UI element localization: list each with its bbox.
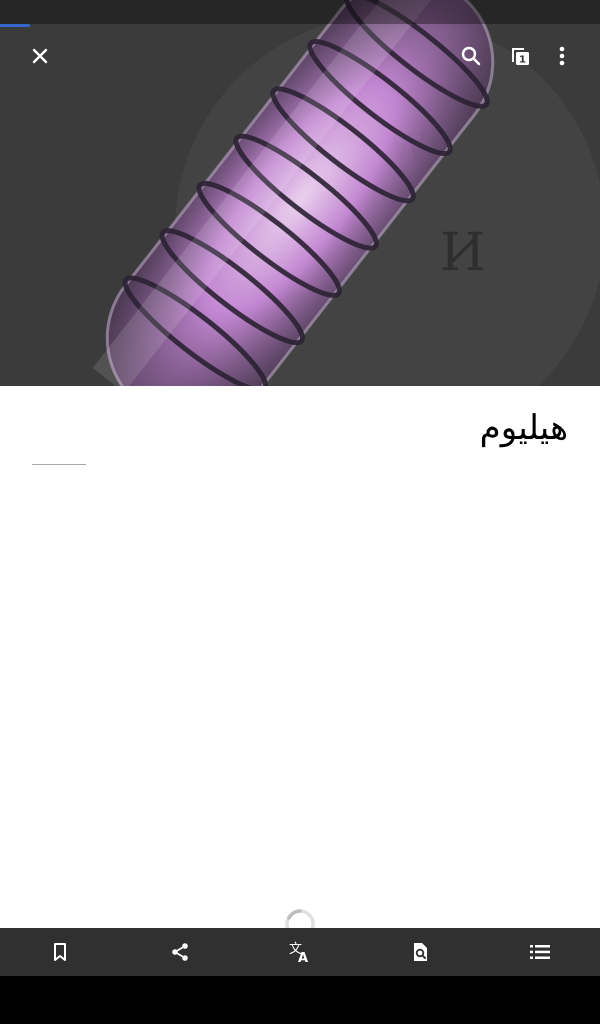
language-button[interactable]: 文 A (240, 928, 360, 976)
overflow-menu-button[interactable] (544, 38, 580, 74)
close-button[interactable] (22, 38, 58, 74)
find-in-page-icon (414, 943, 427, 961)
svg-text:A: A (298, 951, 308, 964)
search-button[interactable] (453, 38, 489, 74)
svg-text:И: И (440, 223, 485, 283)
tabs-button[interactable]: 1 (502, 38, 538, 74)
more-vert-icon (559, 46, 565, 66)
system-navigation-bar (0, 976, 600, 1024)
share-button[interactable] (120, 928, 240, 976)
table-of-contents-button[interactable] (480, 928, 600, 976)
search-icon (461, 46, 481, 66)
bookmark-icon (54, 943, 66, 961)
loading-spinner (284, 908, 316, 928)
loading-spinner-icon (285, 909, 315, 928)
close-icon (32, 48, 48, 64)
article-content: هيليوم (0, 386, 600, 928)
share-icon (172, 943, 188, 961)
title-divider (32, 464, 86, 465)
table-of-contents-icon (530, 945, 550, 959)
article-title: هيليوم (479, 408, 568, 448)
bookmark-button[interactable] (0, 928, 120, 976)
tabs-icon: 1 (512, 48, 529, 66)
lead-image[interactable]: Ω И W (0, 0, 600, 386)
page-action-toolbar: 文 A (0, 928, 600, 976)
translate-icon: 文 A (289, 942, 308, 964)
find-in-page-button[interactable] (360, 928, 480, 976)
status-bar (0, 0, 600, 24)
page-load-progress-bar (0, 24, 30, 27)
tabs-count: 1 (519, 55, 526, 66)
